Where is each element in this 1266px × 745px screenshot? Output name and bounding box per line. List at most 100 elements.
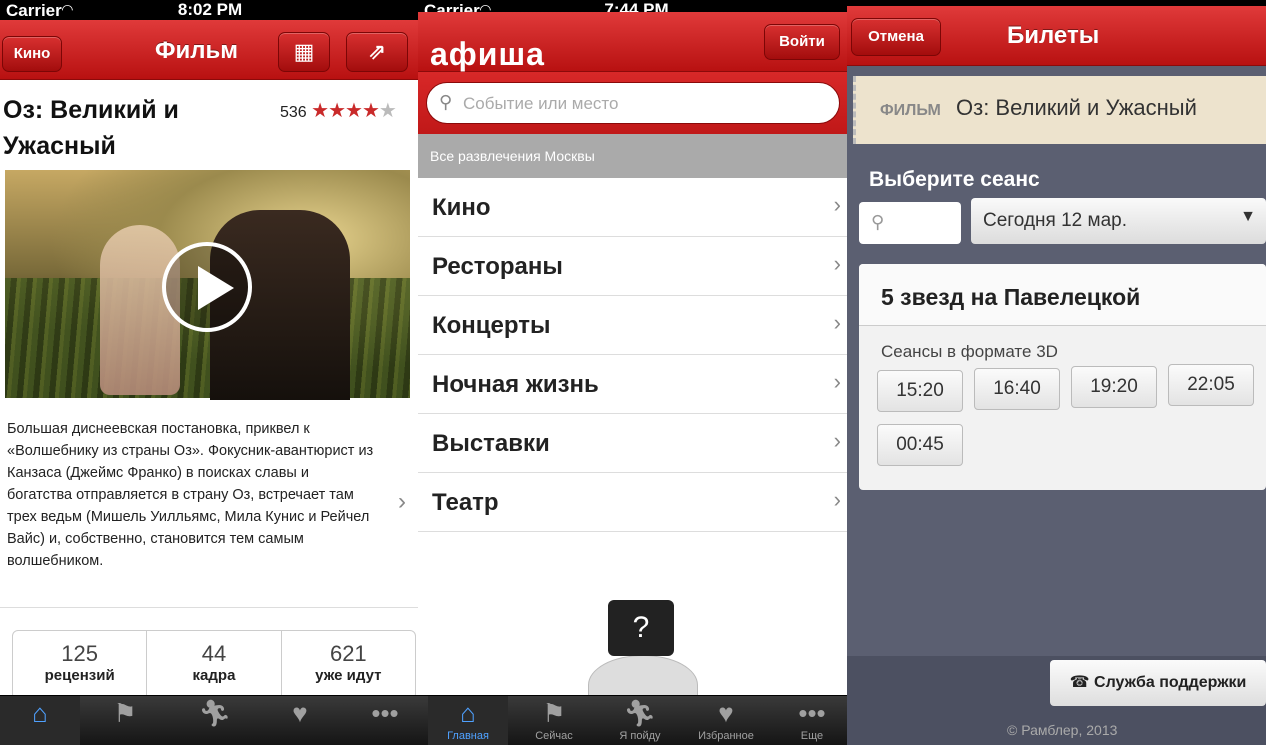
search-placeholder: Событие или место <box>463 94 619 113</box>
tab-going[interactable]: 🏃︎ <box>175 696 255 745</box>
page-title: Билеты <box>1007 22 1100 49</box>
carrier-label: Carrier <box>6 1 62 20</box>
list-item-label: Кино <box>432 194 491 221</box>
status-bar: Carrier ◠ 8:02 PM <box>0 0 420 20</box>
trailer-video[interactable] <box>5 170 410 400</box>
tab-label: Я пойду <box>619 730 661 742</box>
film-screen: Carrier ◠ 8:02 PM Кино Фильм ▦ ⇗ Оз: Вел… <box>0 0 420 745</box>
cancel-button[interactable]: Отмена <box>851 18 941 56</box>
category-list: Кино › Рестораны › Концерты › Ночная жизнь ›… <box>418 178 855 532</box>
tab-label: Еще <box>800 730 824 742</box>
showtime-button[interactable]: 19:20 <box>1071 366 1157 408</box>
tab-label: Сейчас <box>535 730 573 742</box>
stat-going[interactable]: 621 уже идут <box>282 631 415 699</box>
list-item-restaurants[interactable]: Рестораны › <box>418 237 855 296</box>
support-button[interactable]: ☎ Служба поддержки <box>1050 660 1266 706</box>
tab-going[interactable]: 🏃︎ Я пойду <box>600 696 680 745</box>
showtime-button[interactable]: 00:45 <box>877 424 963 466</box>
chevron-right-icon: › <box>833 428 841 453</box>
tab-more[interactable]: ••• Еще <box>772 696 852 745</box>
tab-bar: ⌂ ⚑ 🏃︎ ♥ ••• <box>0 695 420 745</box>
nav-bar: афиша Войти <box>418 12 855 72</box>
divider <box>0 607 420 608</box>
list-item-concerts[interactable]: Концерты › <box>418 296 855 355</box>
signpost-icon: ⚑ <box>113 698 137 728</box>
search-input[interactable]: ⚲ Событие или место <box>426 82 840 124</box>
stat-label: рецензий <box>44 667 115 684</box>
stat-number: 621 <box>329 641 367 666</box>
clock: 8:02 PM <box>177 0 243 19</box>
showtime-button[interactable]: 15:20 <box>877 370 963 412</box>
stat-label: уже идут <box>315 667 382 684</box>
tab-label: Избранное <box>698 730 754 742</box>
login-button[interactable]: Войти <box>764 24 840 60</box>
chevron-right-icon: › <box>833 487 841 512</box>
chevron-right-icon: › <box>833 251 841 276</box>
showtime-button[interactable]: 22:05 <box>1168 364 1254 406</box>
wifi-icon: ◠ <box>62 1 73 17</box>
tab-favorites[interactable]: ♥ <box>260 696 340 745</box>
stat-reviews[interactable]: 125 рецензий <box>13 631 148 699</box>
date-select[interactable]: Сегодня 12 мар. ▼ <box>971 198 1266 244</box>
more-icon: ••• <box>798 698 826 728</box>
stats-bar: 125 рецензий 44 кадра 621 уже идут <box>12 630 416 700</box>
search-icon: ⚲ <box>439 92 453 112</box>
runner-icon: 🏃︎ <box>198 698 232 728</box>
section-heading: Выберите сеанс <box>869 168 1040 191</box>
home-icon: ⌂ <box>32 698 48 728</box>
tab-favorites[interactable]: ♥ Избранное <box>686 696 766 745</box>
date-value: Сегодня 12 мар. <box>983 210 1127 231</box>
tab-bar: ⌂ Главная ⚑ Сейчас 🏃︎ Я пойду ♥ Избранное ••… <box>418 695 855 745</box>
chevron-right-icon: › <box>833 192 841 217</box>
rating-count: 536 <box>280 104 307 121</box>
cinema-card: 5 звезд на Павелецкой Сеансы в формате 3… <box>859 264 1266 490</box>
chevron-right-icon: › <box>833 310 841 335</box>
search-icon: ⚲ <box>871 212 885 232</box>
calendar-icon: ▦ <box>293 39 315 64</box>
home-screen: Carrier ◠ 7:44 PM афиша Войти ⚲ Событие … <box>418 0 855 745</box>
tab-label: Главная <box>447 730 489 742</box>
stat-label: кадра <box>192 667 236 684</box>
section-header: Все развлечения Москвы <box>418 134 855 178</box>
movie-title: Оз: Великий и Ужасный <box>3 96 179 160</box>
tab-home[interactable]: ⌂ <box>0 696 80 745</box>
list-item-label: Ночная жизнь <box>432 371 599 398</box>
heart-icon: ♥ <box>718 698 734 728</box>
tab-now[interactable]: ⚑ <box>85 696 165 745</box>
showtime-button[interactable]: 16:40 <box>974 368 1060 410</box>
movie-description[interactable]: Большая диснеевская постановка, приквел … <box>7 418 377 572</box>
tickets-screen: Отмена Билеты ФИЛЬМ Оз: Великий и Ужасны… <box>847 0 1266 745</box>
cinema-name: 5 звезд на Павелецкой <box>881 284 1141 310</box>
list-item-nightlife[interactable]: Ночная жизнь › <box>418 355 855 414</box>
copyright: © Рамблер, 2013 <box>1007 722 1118 738</box>
chevron-down-icon: ▼ <box>1240 208 1256 225</box>
list-item-kino[interactable]: Кино › <box>418 178 855 237</box>
play-icon[interactable] <box>162 242 252 332</box>
rating: 536 ★★★★★ <box>280 98 397 123</box>
more-icon: ••• <box>371 698 399 728</box>
tab-now[interactable]: ⚑ Сейчас <box>514 696 594 745</box>
stat-frames[interactable]: 44 кадра <box>147 631 282 699</box>
list-item-exhibitions[interactable]: Выставки › <box>418 414 855 473</box>
share-button[interactable]: ⇗ <box>346 32 408 72</box>
nav-bar: Отмена Билеты <box>847 6 1266 66</box>
ticket-title: Оз: Великий и Ужасный <box>956 95 1197 120</box>
ticket-card: ФИЛЬМ Оз: Великий и Ужасный <box>853 76 1266 144</box>
cinema-header[interactable]: 5 звезд на Павелецкой <box>859 264 1266 326</box>
chevron-right-icon: › <box>833 369 841 394</box>
chevron-right-icon[interactable]: › <box>398 488 406 516</box>
calendar-button[interactable]: ▦ <box>278 32 330 72</box>
search-input[interactable]: ⚲ <box>859 202 961 244</box>
share-icon: ⇗ <box>367 39 387 64</box>
signpost-icon: ⚑ <box>542 698 566 728</box>
tab-home[interactable]: ⌂ Главная <box>428 696 508 745</box>
back-button[interactable]: Кино <box>2 36 62 72</box>
search-bar: ⚲ Событие или место <box>418 72 855 134</box>
list-item-theatre[interactable]: Театр › <box>418 473 855 532</box>
list-item-label: Театр <box>432 489 499 516</box>
help-button[interactable]: ? <box>608 600 674 656</box>
list-item-label: Выставки <box>432 430 550 457</box>
ticket-kind: ФИЛЬМ <box>880 102 941 119</box>
runner-icon: 🏃︎ <box>623 698 657 728</box>
tab-more[interactable]: ••• <box>345 696 420 745</box>
